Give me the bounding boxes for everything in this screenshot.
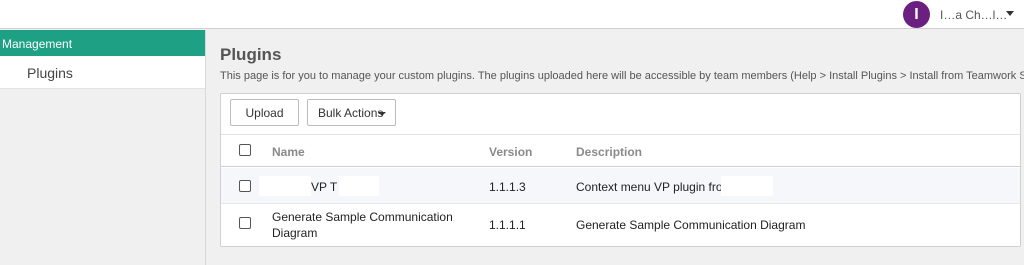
bulk-actions-label: Bulk Actions	[318, 105, 384, 120]
chevron-down-icon	[378, 112, 386, 116]
sidebar: Management Plugins	[0, 30, 206, 265]
plugin-description: Context menu VP plugin fron	[576, 180, 730, 194]
plugins-panel: Upload Bulk Actions Name Version Descrip…	[220, 93, 1021, 247]
redacted-region	[259, 176, 311, 196]
user-menu-chevron-down-icon[interactable]	[1006, 11, 1014, 16]
plugin-version: 1.1.1.1	[489, 218, 526, 232]
table-header: Name Version Description	[221, 134, 1020, 167]
top-bar: I I…a Ch…l…	[0, 0, 1024, 29]
sidebar-section-management: Management	[0, 30, 205, 56]
bulk-actions-dropdown[interactable]: Bulk Actions	[307, 99, 396, 126]
plugin-name: VP T	[311, 180, 338, 194]
page-title: Plugins	[220, 45, 282, 64]
user-name[interactable]: I…a Ch…l…	[940, 8, 1007, 22]
sidebar-item-plugins[interactable]: Plugins	[0, 56, 205, 89]
main-content: Plugins This page is for you to manage y…	[207, 30, 1024, 265]
row-checkbox[interactable]	[239, 217, 251, 229]
plugin-version: 1.1.1.3	[489, 180, 526, 194]
user-avatar[interactable]: I	[903, 1, 930, 28]
column-header-version[interactable]: Version	[489, 145, 532, 159]
upload-button[interactable]: Upload	[230, 99, 299, 126]
table-row[interactable]: VP T 1.1.1.3 Context menu VP plugin fron	[221, 168, 1020, 204]
plugin-description: Generate Sample Communication Diagram	[576, 218, 806, 232]
plugin-name: Generate Sample Communication Diagram	[272, 210, 453, 240]
page-description: This page is for you to manage your cust…	[220, 70, 1024, 82]
redacted-region	[339, 176, 379, 196]
select-all-checkbox[interactable]	[239, 144, 251, 156]
column-header-description[interactable]: Description	[576, 145, 642, 159]
row-checkbox[interactable]	[239, 180, 251, 192]
table-row[interactable]: Generate Sample Communication Diagram 1.…	[221, 204, 1020, 246]
brand-logo	[2, 8, 28, 18]
column-header-name[interactable]: Name	[272, 145, 305, 159]
redacted-region	[721, 176, 773, 196]
